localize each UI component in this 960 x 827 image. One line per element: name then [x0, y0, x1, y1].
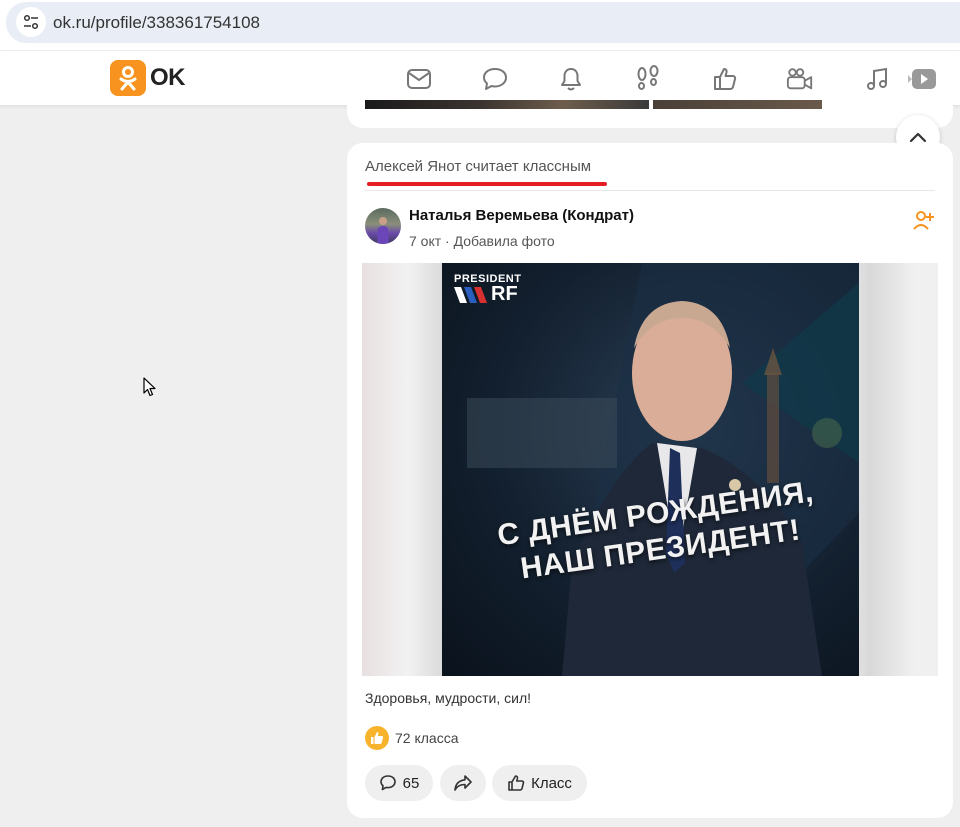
- card-header[interactable]: Алексей Янот считает классным: [365, 158, 591, 175]
- chat-icon[interactable]: [481, 65, 509, 93]
- like-badge-icon: [365, 726, 389, 750]
- previous-post-image[interactable]: [653, 100, 822, 109]
- mouse-cursor-icon: [143, 377, 157, 397]
- likes-count: 72 класса: [395, 730, 459, 746]
- flag-chevrons-icon: [454, 286, 487, 303]
- previous-post-card: [347, 100, 953, 128]
- likes-summary[interactable]: 72 класса: [365, 726, 459, 750]
- tune-icon[interactable]: [16, 7, 46, 37]
- top-navigation: OK: [0, 51, 960, 106]
- comment-icon: [379, 775, 396, 791]
- add-friend-icon[interactable]: [913, 209, 935, 231]
- post-meta: 7 окт · Добавила фото: [409, 233, 555, 249]
- brand-bottom: RF: [454, 283, 521, 306]
- mail-icon[interactable]: [405, 65, 433, 93]
- comments-button[interactable]: 65: [365, 765, 433, 801]
- class-label: Класс: [531, 774, 572, 792]
- share-button[interactable]: [440, 765, 486, 801]
- bell-icon[interactable]: [557, 65, 585, 93]
- url-text[interactable]: ok.ru/profile/338361754108: [53, 13, 260, 33]
- class-button[interactable]: Класс: [492, 765, 587, 801]
- logo-text: OK: [150, 64, 186, 91]
- url-field[interactable]: ok.ru/profile/338361754108: [6, 2, 960, 43]
- feed-card: Алексей Янот считает классным Наталья Ве…: [347, 143, 953, 818]
- previous-post-image[interactable]: [365, 100, 649, 109]
- ok-logo[interactable]: OK: [110, 60, 186, 96]
- author-name[interactable]: Наталья Веремьева (Кондрат): [409, 207, 634, 224]
- footprints-icon[interactable]: [634, 65, 662, 93]
- brand-bottom-text: RF: [491, 283, 518, 305]
- ok-logo-icon: [110, 60, 146, 96]
- share-icon: [454, 775, 472, 791]
- comments-count: 65: [402, 774, 420, 792]
- photo-content: PRESIDENT RF С ДНЁМ РОЖДЕНИЯ, НАШ ПРЕЗИД…: [442, 263, 859, 676]
- avatar[interactable]: [365, 208, 401, 244]
- post-caption: Здоровья, мудрости, сил!: [365, 690, 532, 706]
- music-icon[interactable]: [863, 65, 891, 93]
- browser-address-bar: ok.ru/profile/338361754108: [0, 0, 960, 50]
- chevron-up-icon: [909, 132, 927, 143]
- thumbs-up-icon: [508, 775, 525, 791]
- header-underline: [367, 182, 607, 186]
- thumbs-up-icon[interactable]: [711, 65, 739, 93]
- divider: [365, 190, 935, 191]
- play-icon[interactable]: [908, 65, 938, 93]
- video-icon[interactable]: [786, 65, 814, 93]
- post-photo[interactable]: PRESIDENT RF С ДНЁМ РОЖДЕНИЯ, НАШ ПРЕЗИД…: [362, 263, 938, 676]
- brand-logo: PRESIDENT RF: [454, 273, 521, 306]
